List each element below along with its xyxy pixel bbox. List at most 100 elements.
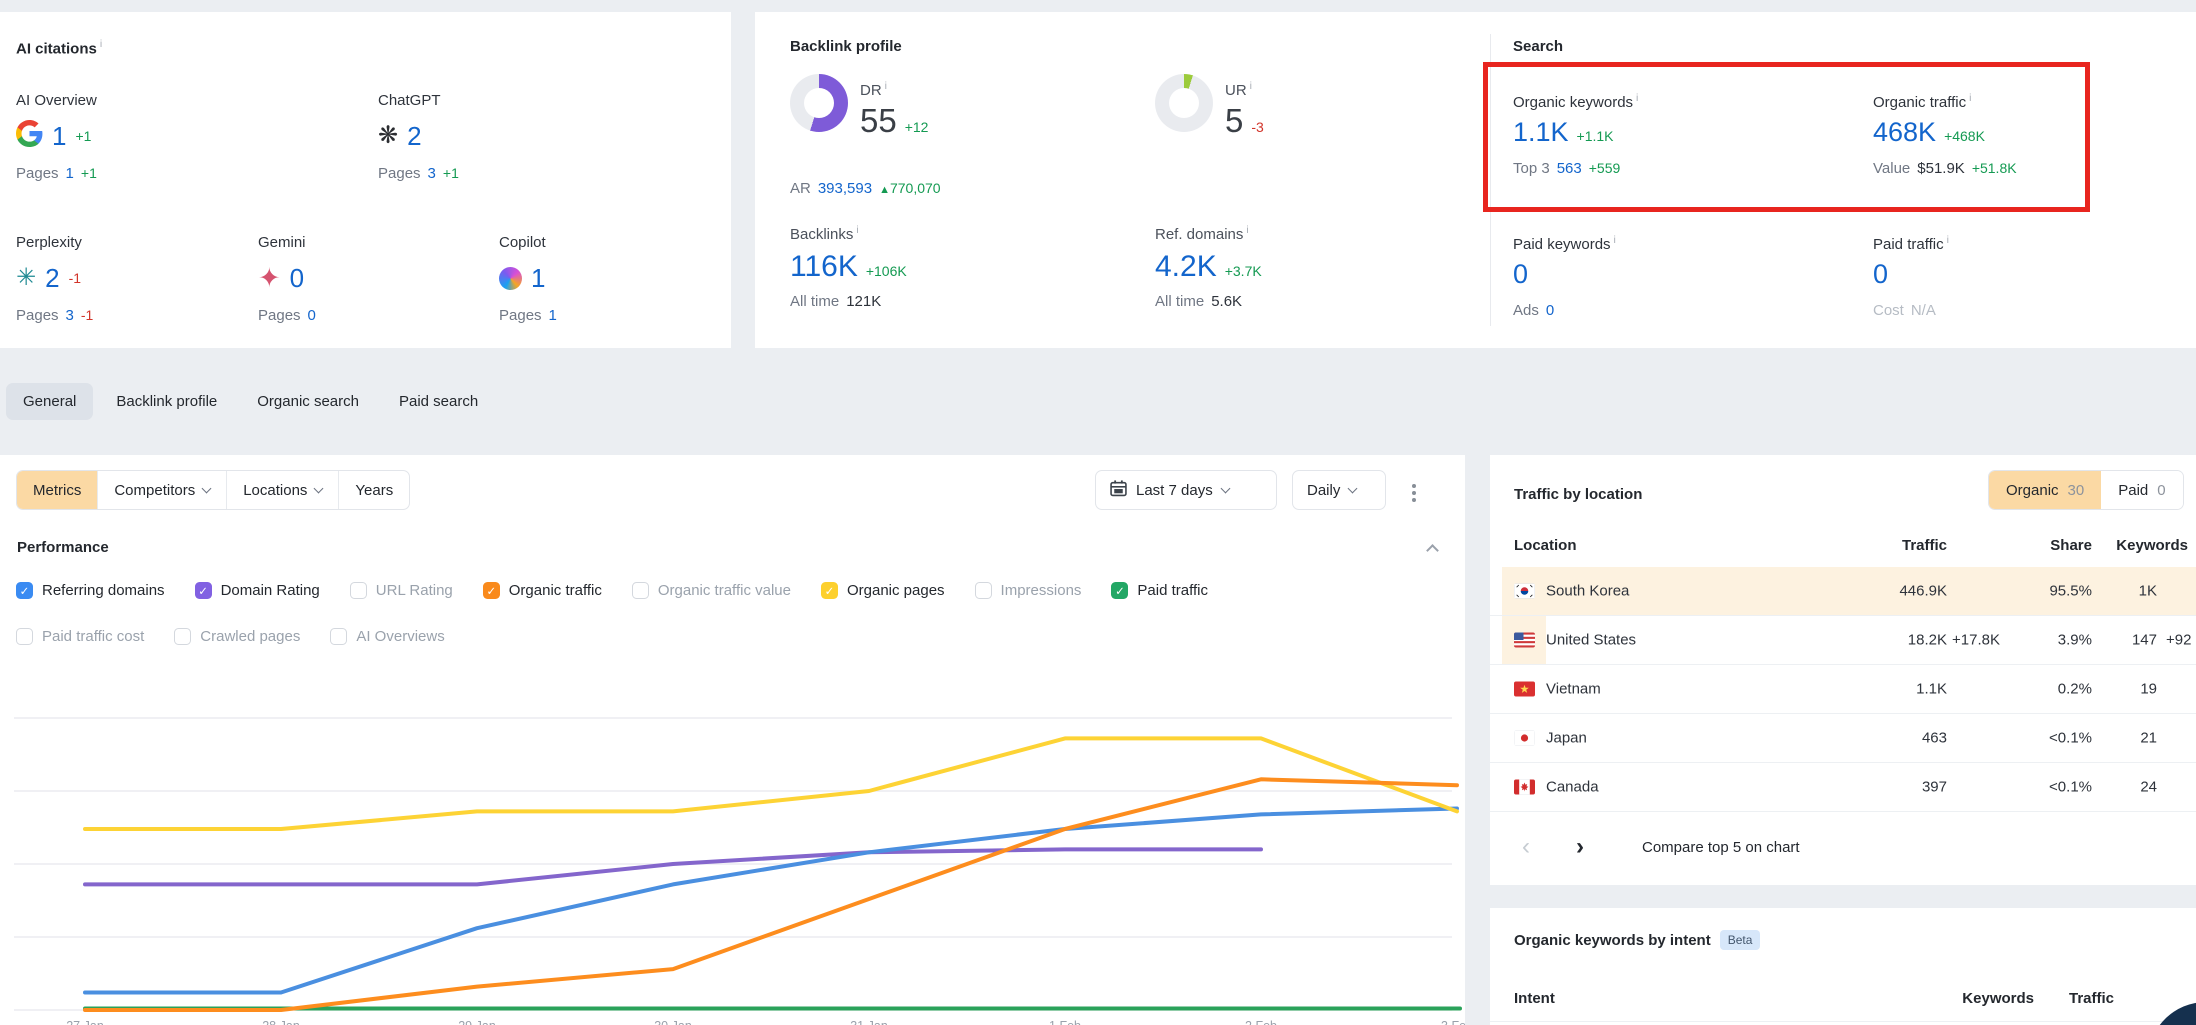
dr-donut <box>790 74 848 132</box>
more-options-kebab-icon[interactable] <box>1406 478 1422 508</box>
ads-count-link[interactable]: 0 <box>1546 302 1554 319</box>
checkbox-domain-rating[interactable]: ✓Domain Rating <box>195 582 320 599</box>
checkbox-empty <box>350 582 367 599</box>
granularity-dropdown[interactable]: Daily <box>1292 470 1386 510</box>
copilot-count[interactable]: 1 <box>531 263 545 294</box>
info-icon[interactable]: i <box>1969 92 1971 104</box>
info-icon[interactable]: i <box>1947 234 1949 246</box>
performance-chart[interactable]: 27 Jan28 Jan29 Jan30 Jan31 Jan1 Feb2 Feb… <box>0 660 1465 1025</box>
chevron-down-icon <box>202 483 212 493</box>
keywords-by-intent-header: Organic keywords by intent Beta <box>1514 930 1760 950</box>
tab-backlink-profile[interactable]: Backlink profile <box>99 383 234 420</box>
date-range-dropdown[interactable]: Last 7 days <box>1095 470 1277 510</box>
checkbox-organic-pages[interactable]: ✓Organic pages <box>821 582 945 599</box>
gemini-count[interactable]: 0 <box>290 263 304 294</box>
pages-count-link[interactable]: 1 <box>549 307 557 324</box>
compare-top5-label[interactable]: Compare top 5 on chart <box>1642 839 1800 856</box>
perplexity-logo-icon: ✳ <box>16 266 36 290</box>
vietnam-flag-icon <box>1514 682 1535 697</box>
metrics-button[interactable]: Metrics <box>17 471 97 509</box>
pages-count-link[interactable]: 1 <box>66 165 74 182</box>
perplexity-delta: -1 <box>69 270 81 286</box>
metric-checkbox-row-1: ✓Referring domains ✓Domain Rating URL Ra… <box>16 582 1208 599</box>
location-row-united-states[interactable]: United States 18.2K +17.8K 3.9% 147 +92 <box>1490 616 2196 665</box>
dr-delta: +12 <box>905 119 929 135</box>
ur-delta: -3 <box>1251 119 1263 135</box>
paid-keywords-value-link[interactable]: 0 <box>1513 259 1528 290</box>
prev-page-icon[interactable]: ‹ <box>1522 835 1530 859</box>
pages-count-link[interactable]: 0 <box>308 307 316 324</box>
ai-overview-count[interactable]: 1 <box>52 121 66 152</box>
locations-dropdown[interactable]: Locations <box>226 471 338 509</box>
svg-text:3 Feb: 3 Feb <box>1441 1019 1465 1025</box>
checkbox-empty <box>16 628 33 645</box>
info-icon[interactable]: i <box>1636 92 1638 104</box>
checkbox-ai-overviews[interactable]: AI Overviews <box>330 628 444 645</box>
keywords-count-link[interactable]: 19 <box>2140 681 2157 698</box>
keywords-by-intent-card: Organic keywords by intent Beta Intent K… <box>1490 908 2196 1025</box>
toggle-organic[interactable]: Organic 30 <box>1989 471 2101 509</box>
ar-rank-link[interactable]: 393,593 <box>818 180 872 197</box>
checkbox-organic-traffic-value[interactable]: Organic traffic value <box>632 582 791 599</box>
backlinks-block: Backlinksi 116K +106K All time 121K <box>790 224 907 310</box>
ai-citations-card: AI citationsi AI Overview 1 +1 Pages <box>0 12 731 348</box>
competitors-dropdown[interactable]: Competitors <box>97 471 226 509</box>
ar-row: AR 393,593 ▲770,070 <box>790 180 941 197</box>
report-tabs: General Backlink profile Organic search … <box>6 383 495 420</box>
provider-copilot: Copilot 1 Pages 1 <box>499 234 557 324</box>
organic-keywords-value-link[interactable]: 1.1K <box>1513 117 1569 148</box>
checkbox-organic-traffic[interactable]: ✓Organic traffic <box>483 582 602 599</box>
tab-general[interactable]: General <box>6 383 93 420</box>
svg-text:1 Feb: 1 Feb <box>1049 1019 1081 1025</box>
checkbox-impressions[interactable]: Impressions <box>975 582 1082 599</box>
info-icon[interactable]: i <box>100 38 102 50</box>
checkbox-referring-domains[interactable]: ✓Referring domains <box>16 582 165 599</box>
toggle-paid[interactable]: Paid 0 <box>2101 471 2182 509</box>
keywords-count-link[interactable]: 21 <box>2140 730 2157 747</box>
filter-segments: Metrics Competitors Locations Years <box>16 470 410 510</box>
tab-paid-search[interactable]: Paid search <box>382 383 495 420</box>
provider-ai-overview: AI Overview 1 +1 Pages 1 +1 <box>16 92 97 182</box>
checkbox-paid-traffic-cost[interactable]: Paid traffic cost <box>16 628 144 645</box>
keywords-count-link[interactable]: 1K <box>2139 583 2157 600</box>
paid-traffic-value-link[interactable]: 0 <box>1873 259 1888 290</box>
svg-text:31 Jan: 31 Jan <box>850 1019 888 1025</box>
backlinks-value-link[interactable]: 116K <box>790 250 858 284</box>
info-icon[interactable]: i <box>1250 80 1252 92</box>
collapse-chevron-up-icon[interactable] <box>1426 544 1439 557</box>
ref-domains-value-link[interactable]: 4.2K <box>1155 250 1217 284</box>
pages-count-link[interactable]: 3 <box>66 307 74 324</box>
dr-value: 55 <box>860 102 897 140</box>
location-row-japan[interactable]: Japan 463 <0.1% 21 <box>1490 714 2196 763</box>
checkbox-empty <box>975 582 992 599</box>
perplexity-count[interactable]: 2 <box>45 263 59 294</box>
info-icon[interactable]: i <box>1246 224 1248 236</box>
chevron-down-icon <box>314 483 324 493</box>
check-icon: ✓ <box>821 582 838 599</box>
checkbox-url-rating[interactable]: URL Rating <box>350 582 453 599</box>
overview-main-panel: Metrics Competitors Locations Years Last… <box>0 455 1465 1025</box>
location-row-vietnam[interactable]: Vietnam 1.1K 0.2% 19 <box>1490 665 2196 714</box>
info-icon[interactable]: i <box>856 224 858 236</box>
tab-organic-search[interactable]: Organic search <box>240 383 376 420</box>
location-row-canada[interactable]: Canada 397 <0.1% 24 <box>1490 763 2196 812</box>
pages-count-link[interactable]: 3 <box>428 165 436 182</box>
keywords-count-link[interactable]: 24 <box>2140 779 2157 796</box>
checkbox-paid-traffic[interactable]: ✓Paid traffic <box>1111 582 1208 599</box>
ai-overview-delta: +1 <box>75 128 91 144</box>
site-explorer-overview: AI citationsi AI Overview 1 +1 Pages <box>0 0 2196 1025</box>
organic-traffic-value-link[interactable]: 468K <box>1873 117 1936 148</box>
check-icon: ✓ <box>195 582 212 599</box>
info-icon[interactable]: i <box>885 80 887 92</box>
keywords-count-link[interactable]: 147 <box>2132 632 2157 649</box>
japan-flag-icon <box>1514 731 1535 746</box>
checkbox-crawled-pages[interactable]: Crawled pages <box>174 628 300 645</box>
beta-badge: Beta <box>1720 930 1761 950</box>
chatgpt-count[interactable]: 2 <box>407 121 421 152</box>
years-button[interactable]: Years <box>338 471 409 509</box>
next-page-icon[interactable]: › <box>1576 835 1584 859</box>
top3-link[interactable]: 563 <box>1557 160 1582 177</box>
ai-citations-title: AI citationsi <box>16 38 102 58</box>
info-icon[interactable]: i <box>1614 234 1616 246</box>
location-row-south-korea[interactable]: South Korea 446.9K 95.5% 1K <box>1490 567 2196 616</box>
